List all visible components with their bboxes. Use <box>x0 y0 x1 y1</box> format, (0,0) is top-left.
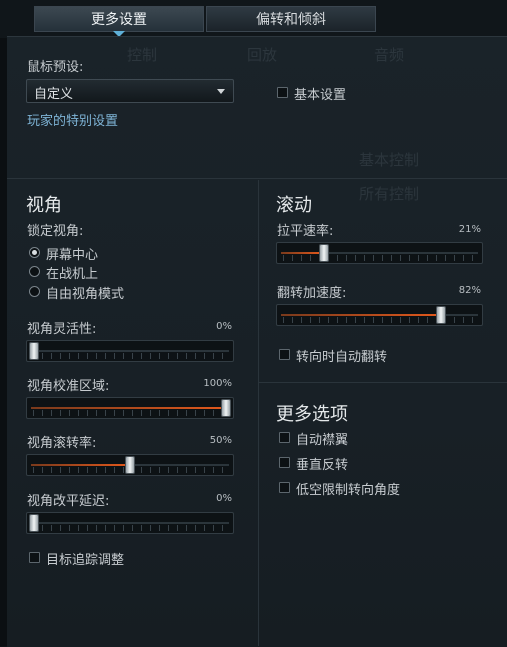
target-tracking-label: 目标追踪调整 <box>46 553 125 568</box>
slider-label: 拉平速率: <box>277 224 334 239</box>
mouse-preset-dropdown[interactable]: 自定义 <box>26 79 234 103</box>
chevron-down-icon <box>217 89 225 94</box>
slider-thumb[interactable] <box>221 399 231 417</box>
leveling-rate-slider[interactable] <box>276 242 483 264</box>
slider-fill <box>31 464 127 466</box>
auto-flaps-checkbox[interactable] <box>279 432 290 443</box>
view-flexibility-slider[interactable] <box>26 340 234 362</box>
radio-on-aircraft-label: 在战机上 <box>46 267 99 282</box>
view-calibration-slider[interactable] <box>26 397 234 419</box>
auto-flaps-label: 自动襟翼 <box>296 433 349 448</box>
more-options-heading: 更多选项 <box>276 404 348 425</box>
slider-ticks <box>33 353 227 359</box>
row-divider <box>258 382 507 383</box>
vertical-invert-label: 垂直反转 <box>296 458 349 473</box>
slider-fill <box>31 407 223 409</box>
ghost-text: 回放 <box>247 46 278 64</box>
slider-label: 视角灵活性: <box>27 322 97 337</box>
ghost-text: 所有控制 <box>359 185 420 203</box>
roll-heading: 滚动 <box>276 195 312 216</box>
tab-more-settings[interactable]: 更多设置 <box>34 6 204 32</box>
radio-on-aircraft[interactable] <box>29 266 40 277</box>
slider-value: 0% <box>216 493 232 504</box>
mouse-preset-label: 鼠标预设: <box>27 60 84 75</box>
slider-track <box>31 350 229 352</box>
ghost-text: 基本控制 <box>359 151 420 169</box>
view-roll-rate-slider[interactable] <box>26 454 234 476</box>
low-alt-turn-limit-label: 低空限制转向角度 <box>296 483 401 498</box>
auto-flip-label: 转向时自动翻转 <box>296 350 388 365</box>
slider-fill <box>281 252 322 254</box>
view-heading: 视角 <box>26 195 62 216</box>
slider-label: 翻转加速度: <box>277 286 347 301</box>
basic-settings-checkbox[interactable] <box>277 87 288 98</box>
slider-value: 21% <box>458 224 481 235</box>
ghost-text: 控制 <box>127 46 158 64</box>
slider-fill <box>281 314 438 316</box>
slider-track <box>31 522 229 524</box>
mouse-preset-value: 自定义 <box>34 87 74 102</box>
lock-view-label: 锁定视角: <box>27 224 84 239</box>
vertical-invert-checkbox[interactable] <box>279 457 290 468</box>
slider-value: 82% <box>458 285 481 296</box>
slider-thumb[interactable] <box>125 456 135 474</box>
radio-screen-center[interactable] <box>29 247 40 258</box>
slider-value: 0% <box>216 321 232 332</box>
special-settings-link[interactable]: 玩家的特别设置 <box>27 110 118 129</box>
slider-label: 视角滚转率: <box>27 436 97 451</box>
view-level-delay-slider[interactable] <box>26 512 234 534</box>
basic-settings-label: 基本设置 <box>294 88 347 103</box>
section-divider <box>7 178 507 179</box>
slider-thumb[interactable] <box>29 514 39 532</box>
slider-ticks <box>33 410 227 416</box>
ghost-text: 音频 <box>374 46 405 64</box>
slider-value: 100% <box>203 378 232 389</box>
radio-screen-center-label: 屏幕中心 <box>46 248 99 263</box>
tab-yaw-pitch[interactable]: 偏转和倾斜 <box>206 6 376 32</box>
column-divider <box>258 180 259 646</box>
slider-ticks <box>33 525 227 531</box>
slider-ticks <box>283 255 476 261</box>
flip-acceleration-slider[interactable] <box>276 304 483 326</box>
low-alt-turn-limit-checkbox[interactable] <box>279 482 290 493</box>
slider-thumb[interactable] <box>319 244 330 262</box>
tab-bar: 更多设置 偏转和倾斜 <box>0 0 507 38</box>
slider-ticks <box>283 317 476 323</box>
slider-value: 50% <box>209 435 232 446</box>
slider-label: 视角改平延迟: <box>27 494 110 509</box>
left-edge <box>0 0 7 646</box>
slider-label: 视角校准区域: <box>27 379 110 394</box>
radio-free-view[interactable] <box>29 286 40 297</box>
auto-flip-checkbox[interactable] <box>279 349 290 360</box>
target-tracking-checkbox[interactable] <box>29 552 40 563</box>
slider-thumb[interactable] <box>29 342 39 360</box>
slider-thumb[interactable] <box>435 306 446 324</box>
radio-free-view-label: 自由视角模式 <box>46 287 125 302</box>
